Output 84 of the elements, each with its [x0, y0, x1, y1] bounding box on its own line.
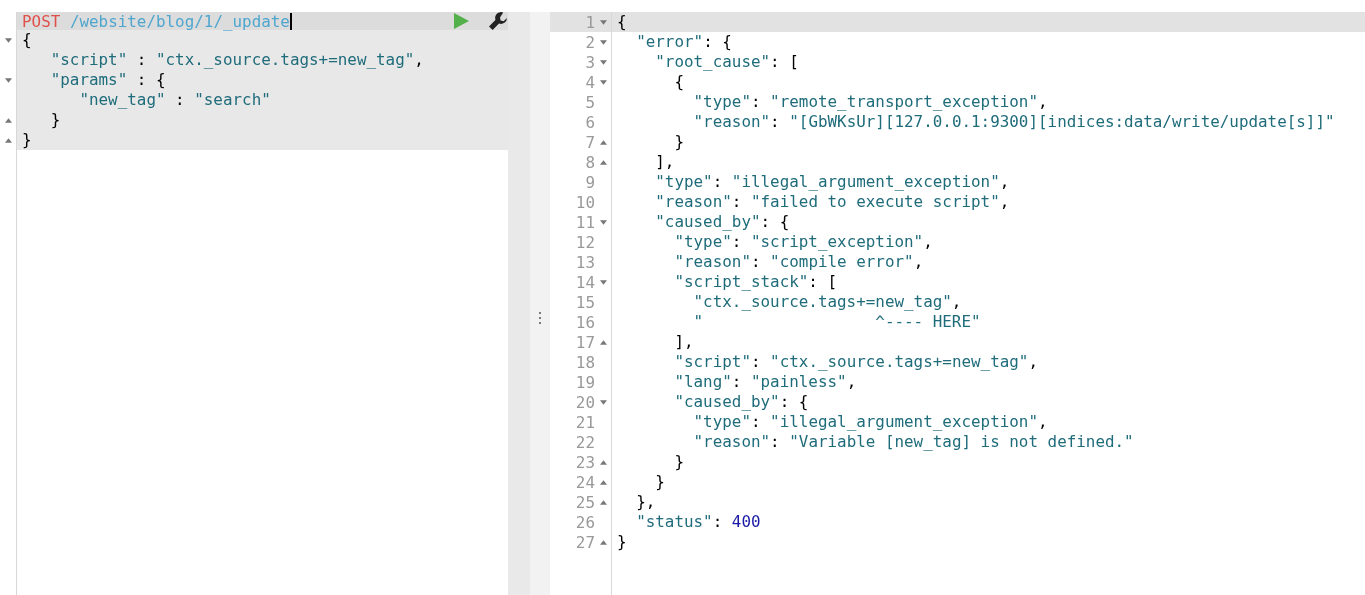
code-line: "caused_by": { — [654, 212, 790, 232]
line-number: 21 — [575, 412, 595, 432]
code-line: "root_cause": [ — [654, 52, 799, 72]
caret-up-icon[interactable] — [4, 117, 12, 123]
code-line: "type": "illegal_argument_exception", — [654, 172, 1010, 192]
code-line: "reason": "compile error", — [673, 252, 924, 272]
scrollbar-track[interactable] — [508, 12, 530, 595]
line-number: 1 — [585, 12, 595, 32]
code-line: "script_stack": [ — [673, 272, 838, 292]
line-number: 3 — [585, 52, 595, 72]
line-number: 4 — [585, 72, 595, 92]
code-line: } — [673, 452, 684, 472]
code-line: "ctx._source.tags+=new_tag", — [692, 292, 962, 312]
caret-up-icon[interactable] — [599, 499, 607, 505]
code-line: "type": "script_exception", — [673, 232, 933, 252]
caret-up-icon[interactable] — [599, 459, 607, 465]
line-number: 5 — [585, 92, 595, 112]
line-number: 22 — [575, 432, 595, 452]
caret-down-icon[interactable] — [599, 79, 607, 85]
line-number: 17 — [575, 332, 595, 352]
code-line: "status": 400 — [635, 512, 761, 532]
code-line: "reason": "[GbWKsUr][127.0.0.1:9300][indices:data/write/update[s]]" — [692, 112, 1335, 132]
line-number: 16 — [575, 312, 595, 332]
code-line: "reason": "failed to execute script", — [654, 192, 1010, 212]
caret-down-icon[interactable] — [599, 59, 607, 65]
line-number: 15 — [575, 292, 595, 312]
caret-down-icon[interactable] — [599, 39, 607, 45]
code-line: ], — [673, 332, 694, 352]
caret-down-icon[interactable] — [599, 279, 607, 285]
code-line: } — [22, 130, 33, 150]
line-number: 14 — [575, 272, 595, 292]
line-number: 13 — [575, 252, 595, 272]
caret-up-icon[interactable] — [599, 159, 607, 165]
caret-up-icon[interactable] — [4, 137, 12, 143]
line-number: 18 — [575, 352, 595, 372]
code-line: ], — [654, 152, 675, 172]
code-line: "error": { — [635, 32, 732, 52]
code-line: { — [673, 72, 684, 92]
code-line: { — [22, 30, 33, 50]
code-line: } — [49, 110, 62, 130]
line-number: 25 — [575, 492, 595, 512]
code-line: "script" : "ctx._source.tags+=new_tag", — [49, 50, 425, 70]
code-line: "type": "illegal_argument_exception", — [692, 412, 1048, 432]
wrench-icon[interactable] — [488, 11, 508, 31]
line-number: 11 — [575, 212, 595, 232]
code-line: "params" : { — [49, 70, 167, 90]
code-line: } — [616, 532, 627, 552]
code-line: "script": "ctx._source.tags+=new_tag", — [673, 352, 1038, 372]
code-line: }, — [635, 492, 656, 512]
line-number: 2 — [585, 32, 595, 52]
caret-down-icon[interactable] — [4, 77, 12, 83]
line-number: 24 — [575, 472, 595, 492]
caret-down-icon[interactable] — [599, 219, 607, 225]
request-path: /website/blog/1/_update — [69, 11, 290, 31]
line-number: 20 — [575, 392, 595, 412]
drag-handle-icon[interactable] — [539, 311, 541, 324]
line-number: 12 — [575, 232, 595, 252]
line-number: 26 — [575, 512, 595, 532]
code-line: "caused_by": { — [673, 392, 809, 412]
code-line: "lang": "painless", — [673, 372, 857, 392]
line-number: 7 — [585, 132, 595, 152]
code-line: " ^---- HERE" — [692, 312, 981, 332]
caret-down-icon[interactable] — [599, 19, 607, 25]
line-number: 8 — [585, 152, 595, 172]
caret-up-icon[interactable] — [599, 479, 607, 485]
text-cursor — [289, 12, 292, 30]
line-number: 19 — [575, 372, 595, 392]
code-line: "type": "remote_transport_exception", — [692, 92, 1048, 112]
line-number: 10 — [575, 192, 595, 212]
code-line: "new_tag" : "search" — [78, 90, 272, 110]
caret-down-icon[interactable] — [4, 37, 12, 43]
line-number: 6 — [585, 112, 595, 132]
code-line: "reason": "Variable [new_tag] is not defined." — [692, 432, 1134, 452]
code-line: } — [654, 472, 665, 492]
caret-up-icon[interactable] — [599, 339, 607, 345]
line-number: 27 — [575, 532, 595, 552]
http-method: POST — [22, 11, 61, 31]
code-line: { — [616, 12, 627, 32]
caret-down-icon[interactable] — [599, 399, 607, 405]
caret-up-icon[interactable] — [599, 539, 607, 545]
line-number: 9 — [585, 172, 595, 192]
caret-up-icon[interactable] — [599, 139, 607, 145]
code-line: } — [673, 132, 684, 152]
line-number: 23 — [575, 452, 595, 472]
